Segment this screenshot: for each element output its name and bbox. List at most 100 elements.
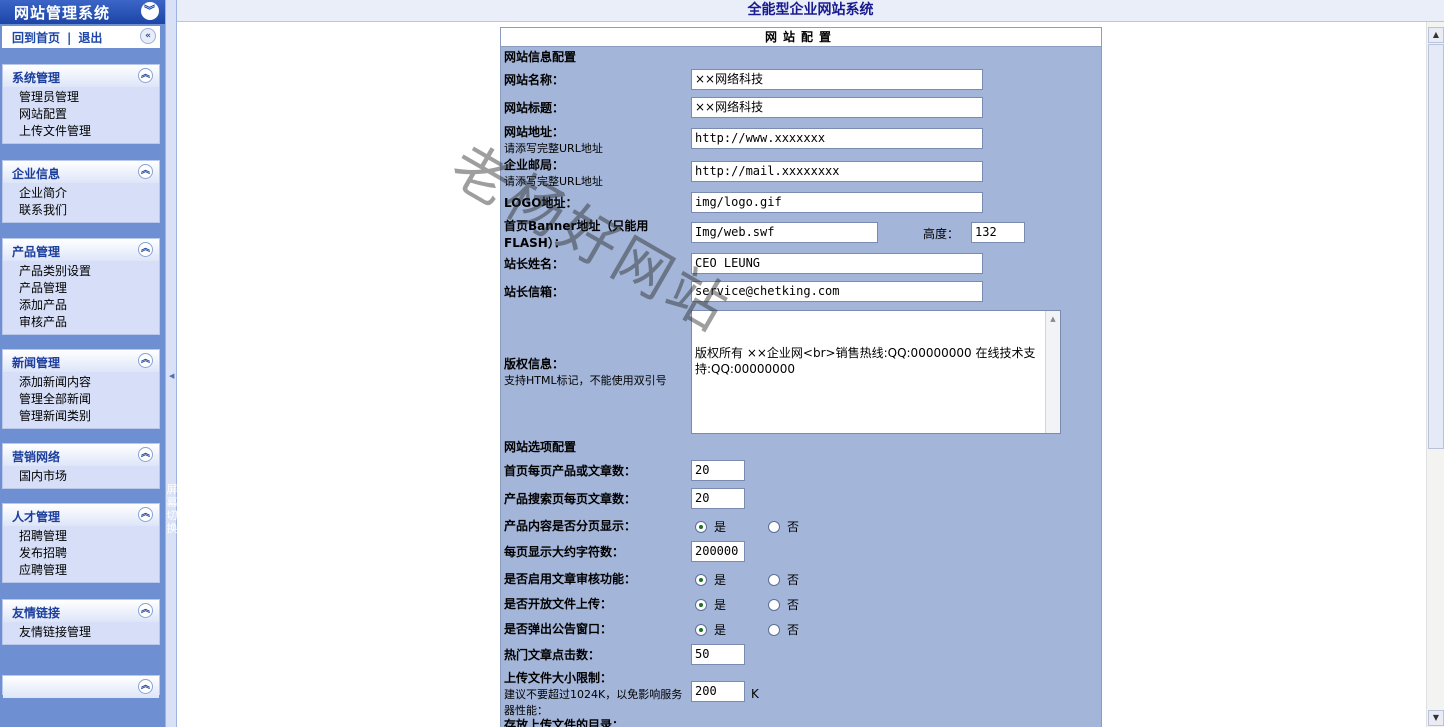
- menu-item-add-product[interactable]: 添加产品: [3, 297, 159, 314]
- height-input[interactable]: 132: [971, 222, 1025, 243]
- collapse-left-icon[interactable]: «: [140, 28, 156, 44]
- logo-input[interactable]: img/logo.gif: [691, 192, 983, 213]
- paging-yes-radio[interactable]: 是: [695, 518, 726, 535]
- menu-header-hr[interactable]: 人才管理 ︽: [3, 504, 159, 526]
- scroll-thumb[interactable]: [1428, 44, 1444, 449]
- radio-checked-icon[interactable]: [695, 521, 707, 533]
- menu-item-all-news[interactable]: 管理全部新闻: [3, 391, 159, 408]
- menu-header-partial[interactable]: ︽: [3, 676, 159, 698]
- chevron-up-icon[interactable]: ︽: [138, 447, 153, 462]
- popup-no-radio[interactable]: 否: [768, 621, 799, 638]
- height-label: 高度：: [923, 227, 960, 241]
- copyright-text: 版权所有 ××企业网<br>销售热线:QQ:00000000 在线技术支持:QQ…: [695, 346, 1036, 376]
- upload-label: 是否开放文件上传：: [504, 597, 613, 611]
- menu-item-news-categories[interactable]: 管理新闻类别: [3, 408, 159, 425]
- search-count-label: 产品搜索页每页文章数：: [504, 492, 637, 506]
- radio-unchecked-icon[interactable]: [768, 624, 780, 636]
- menu-item-recruit-manage[interactable]: 招聘管理: [3, 528, 159, 545]
- config-panel: 网站配置 网站信息配置 网站名称： ××网络科技 网站标题： ××网络科技 网站…: [500, 27, 1102, 727]
- home-count-input[interactable]: 20: [691, 460, 745, 481]
- page-scrollbar[interactable]: ▲ ▼: [1426, 22, 1444, 727]
- radio-unchecked-icon[interactable]: [768, 599, 780, 611]
- radio-unchecked-icon[interactable]: [768, 521, 780, 533]
- menu-item-applicants[interactable]: 应聘管理: [3, 562, 159, 579]
- chevron-up-icon[interactable]: ︽: [138, 679, 153, 694]
- upload-limit-input[interactable]: 200: [691, 681, 745, 702]
- menu-header-system[interactable]: 系统管理 ︽: [3, 65, 159, 87]
- triangle-left-icon[interactable]: ◀: [169, 372, 174, 380]
- site-name-input[interactable]: ××网络科技: [691, 69, 983, 90]
- menu-item-link-manage[interactable]: 友情链接管理: [3, 624, 159, 641]
- menu-item-product-categories[interactable]: 产品类别设置: [3, 263, 159, 280]
- copyright-textarea[interactable]: 版权所有 ××企业网<br>销售热线:QQ:00000000 在线技术支持:QQ…: [691, 310, 1061, 434]
- menu-news: 新闻管理 ︽ 添加新闻内容 管理全部新闻 管理新闻类别: [2, 349, 160, 429]
- chevron-up-icon[interactable]: ︽: [138, 68, 153, 83]
- menu-item-domestic[interactable]: 国内市场: [3, 468, 159, 485]
- menu-item-contact[interactable]: 联系我们: [3, 202, 159, 219]
- radio-checked-icon[interactable]: [695, 599, 707, 611]
- menu-header-marketing[interactable]: 营销网络 ︽: [3, 444, 159, 466]
- chevron-up-icon[interactable]: ︽: [138, 603, 153, 618]
- chevron-up-icon[interactable]: ︽: [138, 164, 153, 179]
- arrow-up-icon[interactable]: ▲: [1046, 311, 1060, 325]
- menu-item-site-config[interactable]: 网站配置: [3, 106, 159, 123]
- chevron-up-icon[interactable]: ︽: [138, 242, 153, 257]
- audit-no-radio[interactable]: 否: [768, 571, 799, 588]
- home-link[interactable]: 回到首页: [12, 31, 60, 45]
- sidebar: 网站管理系统 ︾ 回到首页 | 退出 « 系统管理 ︽ 管理员管理 网站配置 上传文件…: [0, 0, 165, 727]
- chevron-up-icon[interactable]: ︽: [138, 353, 153, 368]
- site-url-input[interactable]: http://www.xxxxxxx: [691, 128, 983, 149]
- audit-yes-radio[interactable]: 是: [695, 571, 726, 588]
- menu-header-company[interactable]: 企业信息 ︽: [3, 161, 159, 183]
- mail-label: 企业邮局：: [504, 158, 565, 172]
- menu-hr: 人才管理 ︽ 招聘管理 发布招聘 应聘管理: [2, 503, 160, 583]
- logout-link[interactable]: 退出: [78, 31, 102, 45]
- scroll-down-icon[interactable]: ▼: [1428, 710, 1444, 726]
- mail-input[interactable]: http://mail.xxxxxxxx: [691, 161, 983, 182]
- menu-item-upload-files[interactable]: 上传文件管理: [3, 123, 159, 140]
- upload-limit-hint: 建议不要超过1024K，以免影响服务器性能：: [504, 688, 683, 717]
- radio-checked-icon[interactable]: [695, 624, 707, 636]
- menu-links: 友情链接 ︽ 友情链接管理: [2, 599, 160, 645]
- menu-header-products[interactable]: 产品管理 ︽: [3, 239, 159, 261]
- menu-item-intro[interactable]: 企业简介: [3, 185, 159, 202]
- chevron-up-icon[interactable]: ︽: [138, 507, 153, 522]
- menu-title: 友情链接: [12, 606, 61, 620]
- radio-checked-icon[interactable]: [695, 574, 707, 586]
- collapse-all-icon[interactable]: ︾: [141, 2, 159, 20]
- upload-limit-label: 上传文件大小限制：: [504, 671, 613, 685]
- paging-no-radio[interactable]: 否: [768, 518, 799, 535]
- menu-item-add-news[interactable]: 添加新闻内容: [3, 374, 159, 391]
- search-count-input[interactable]: 20: [691, 488, 745, 509]
- menu-title: 新闻管理: [12, 356, 61, 370]
- radio-label: 否: [787, 598, 800, 612]
- menu-item-product-manage[interactable]: 产品管理: [3, 280, 159, 297]
- menu-item-review-product[interactable]: 审核产品: [3, 314, 159, 331]
- radio-unchecked-icon[interactable]: [768, 574, 780, 586]
- menu-title: 营销网络: [12, 450, 61, 464]
- upload-yes-radio[interactable]: 是: [695, 596, 726, 613]
- menu-header-links[interactable]: 友情链接 ︽: [3, 600, 159, 622]
- chars-input[interactable]: 200000: [691, 541, 745, 562]
- menu-item-post-recruit[interactable]: 发布招聘: [3, 545, 159, 562]
- popup-yes-radio[interactable]: 是: [695, 621, 726, 638]
- radio-label: 否: [787, 573, 800, 587]
- upload-no-radio[interactable]: 否: [768, 596, 799, 613]
- menu-company: 企业信息 ︽ 企业简介 联系我们: [2, 160, 160, 223]
- menu-item-admins[interactable]: 管理员管理: [3, 89, 159, 106]
- radio-label: 是: [714, 520, 727, 534]
- owner-mail-input[interactable]: service@chetking.com: [691, 281, 983, 302]
- banner-input[interactable]: Img/web.swf: [691, 222, 878, 243]
- menu-header-news[interactable]: 新闻管理 ︽: [3, 350, 159, 372]
- hot-input[interactable]: 50: [691, 644, 745, 665]
- site-url-label: 网站地址：: [504, 125, 565, 139]
- upload-limit-label-group: 上传文件大小限制： 建议不要超过1024K，以免影响服务器性能：: [504, 669, 684, 718]
- site-title-input[interactable]: ××网络科技: [691, 97, 983, 118]
- owner-input[interactable]: CEO LEUNG: [691, 253, 983, 274]
- radio-label: 是: [714, 623, 727, 637]
- radio-label: 是: [714, 598, 727, 612]
- textarea-scrollbar[interactable]: ▲: [1045, 311, 1060, 433]
- scroll-up-icon[interactable]: ▲: [1428, 27, 1444, 43]
- radio-label: 是: [714, 573, 727, 587]
- frame-splitter[interactable]: ◀ 屏幕切换: [165, 0, 178, 727]
